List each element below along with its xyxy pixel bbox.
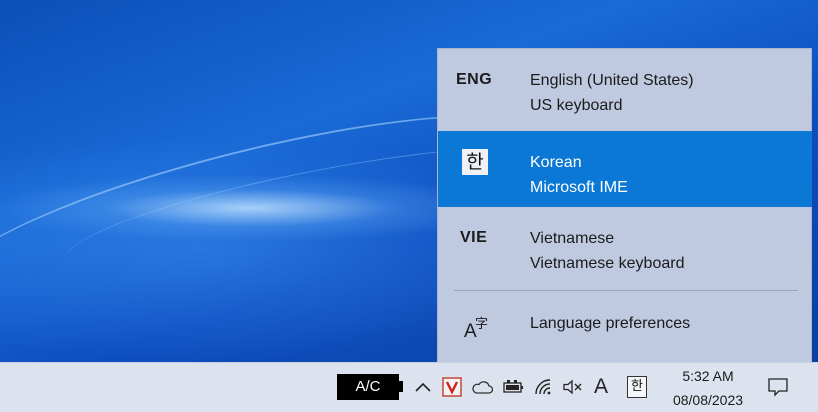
keyboard-layout-name: Microsoft IME	[530, 179, 628, 196]
language-preferences-link[interactable]: A 字 Language preferences	[438, 301, 812, 357]
clock-time: 5:32 AM	[682, 368, 734, 384]
onedrive-icon[interactable]	[471, 376, 493, 398]
taskbar: A/C A 한 5:32 AM 08/08/2023	[0, 362, 818, 412]
clock[interactable]: 5:32 AM 08/08/2023	[662, 367, 754, 410]
volume-muted-icon[interactable]	[561, 376, 583, 398]
wifi-icon[interactable]	[532, 376, 554, 398]
language-name: Vietnamese	[530, 230, 615, 247]
language-abbreviation: VIE	[460, 229, 488, 246]
language-flyout: ENG English (United States) US keyboard …	[437, 48, 812, 362]
keyboard-layout-name: Vietnamese keyboard	[530, 255, 685, 272]
language-item-korean[interactable]: 한 Korean Microsoft IME	[438, 131, 812, 207]
notification-icon[interactable]	[767, 376, 789, 398]
language-preferences-label: Language preferences	[530, 315, 691, 332]
divider	[454, 290, 798, 291]
chevron-up-icon[interactable]	[412, 376, 434, 398]
language-name: English (United States)	[530, 72, 694, 89]
input-mode-icon[interactable]: A	[590, 375, 612, 398]
battery-status-widget[interactable]: A/C	[337, 374, 399, 400]
ime-icon[interactable]: 한	[627, 376, 647, 398]
language-item-english[interactable]: ENG English (United States) US keyboard	[438, 49, 812, 125]
language-abbreviation: ENG	[456, 71, 493, 88]
language-preferences-icon: A 字	[464, 317, 489, 342]
keyboard-layout-name: US keyboard	[530, 97, 623, 114]
clock-date: 08/08/2023	[672, 392, 744, 408]
battery-icon[interactable]	[502, 376, 524, 398]
language-item-vietnamese[interactable]: VIE Vietnamese Vietnamese keyboard	[438, 207, 812, 283]
battery-widget-nub	[399, 381, 403, 392]
language-name: Korean	[530, 154, 582, 171]
antivirus-icon[interactable]	[441, 376, 463, 398]
korean-ime-icon: 한	[462, 149, 488, 175]
